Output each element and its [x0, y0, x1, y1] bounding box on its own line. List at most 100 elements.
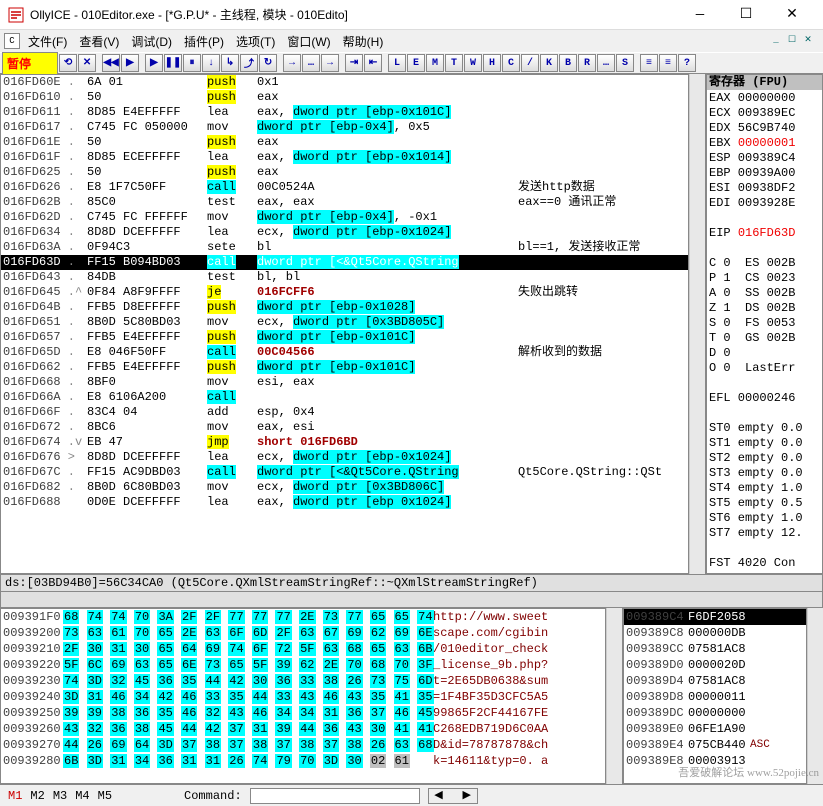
child-max[interactable]: ☐ — [785, 34, 799, 48]
stack-row[interactable]: 009389DC00000000 — [624, 705, 806, 721]
menu-窗口(W)[interactable]: 窗口(W) — [281, 33, 336, 51]
reg-eip[interactable]: EIP 016FD63D — [709, 226, 820, 241]
reg-row[interactable]: EDI 0093928E — [709, 196, 820, 211]
disasm-row[interactable]: 016FD676> 8D8D DCEFFFFFleaecx, dword ptr… — [1, 450, 688, 465]
disasm-scrollbar[interactable] — [689, 74, 705, 574]
toolbar-btn[interactable]: ⤴ — [240, 54, 258, 72]
menu-选项(T)[interactable]: 选项(T) — [230, 33, 281, 51]
hex-row[interactable]: 009391F068 74 74 70 3A 2F 2F 77 77 77 2E… — [1, 609, 605, 625]
toolbar-btn[interactable]: W — [464, 54, 482, 72]
stack-row[interactable]: 009389C4F6DF2058 — [624, 609, 806, 625]
maximize-button[interactable]: ☐ — [723, 0, 769, 30]
flag-row[interactable]: A 0 SS 002B — [709, 286, 820, 301]
disasm-row[interactable]: 016FD626. E8 1F7C50FFcall00C0524A发送http数… — [1, 180, 688, 195]
toolbar-btn[interactable]: → — [321, 54, 339, 72]
reg-row[interactable]: ECX 009389EC — [709, 106, 820, 121]
toolbar-btn[interactable]: … — [302, 54, 320, 72]
close-button[interactable]: ✕ — [769, 0, 815, 30]
menu-调试(D)[interactable]: 调试(D) — [125, 33, 178, 51]
hex-row[interactable]: 0093923074 3D 32 45 36 35 44 42 30 36 33… — [1, 673, 605, 689]
disasm-row[interactable]: 016FD66F. 83C4 04addesp, 0x4 — [1, 405, 688, 420]
hex-row[interactable]: 0093925039 39 38 36 35 46 32 43 46 34 34… — [1, 705, 605, 721]
toolbar-btn[interactable]: E — [407, 54, 425, 72]
disasm-row[interactable]: 016FD645.^0F84 A8F9FFFFje016FCFF6失败出跳转 — [1, 285, 688, 300]
mdi-icon[interactable]: C — [4, 33, 20, 49]
disasm-row[interactable]: 016FD65D. E8 046F50FFcall00C04566解析收到的数据 — [1, 345, 688, 360]
toolbar-btn[interactable]: ↓ — [202, 54, 220, 72]
reg-fst[interactable]: FST 4020 Con — [709, 556, 820, 571]
toolbar-btn[interactable]: L — [388, 54, 406, 72]
toolbar-btn[interactable]: → — [283, 54, 301, 72]
stack-row[interactable]: 009389C8000000DB — [624, 625, 806, 641]
reg-row[interactable]: EBP 00939A00 — [709, 166, 820, 181]
st-row[interactable]: ST0 empty 0.0 — [709, 421, 820, 436]
disasm-row[interactable]: 016FD674.vEB 47jmpshort 016FD6BD — [1, 435, 688, 450]
st-row[interactable]: ST7 empty 12. — [709, 526, 820, 541]
toolbar-btn[interactable]: ◀◀ — [102, 54, 120, 72]
mem-tab[interactable]: M3 — [49, 788, 71, 804]
hex-row[interactable]: 0093926043 32 36 38 45 44 42 37 31 39 44… — [1, 721, 605, 737]
flag-row[interactable]: D 0 — [709, 346, 820, 361]
flag-row[interactable]: T 0 GS 002B — [709, 331, 820, 346]
minimize-button[interactable]: — — [677, 0, 723, 30]
toolbar-btn[interactable]: ≡ — [640, 54, 658, 72]
toolbar-btn[interactable]: T — [445, 54, 463, 72]
pager[interactable]: ◀ ▶ — [428, 788, 478, 804]
disasm-row[interactable]: 016FD611. 8D85 E4EFFFFFleaeax, dword ptr… — [1, 105, 688, 120]
st-row[interactable]: ST6 empty 1.0 — [709, 511, 820, 526]
menu-查看(V)[interactable]: 查看(V) — [73, 33, 125, 51]
menu-帮助(H)[interactable]: 帮助(H) — [337, 33, 390, 51]
toolbar-btn[interactable]: / — [521, 54, 539, 72]
st-row[interactable]: ST5 empty 0.5 — [709, 496, 820, 511]
menu-插件(P)[interactable]: 插件(P) — [178, 33, 230, 51]
toolbar-btn[interactable]: S — [616, 54, 634, 72]
toolbar-btn[interactable]: B — [559, 54, 577, 72]
disasm-row[interactable]: 016FD625. 50pusheax — [1, 165, 688, 180]
stack-pane[interactable]: 009389C4F6DF2058009389C8000000DB009389CC… — [622, 608, 807, 784]
disasm-row[interactable]: 016FD61E. 50pusheax — [1, 135, 688, 150]
toolbar-btn[interactable]: … — [597, 54, 615, 72]
flag-row[interactable]: S 0 FS 0053 — [709, 316, 820, 331]
toolbar-btn[interactable]: ⟲ — [59, 54, 77, 72]
reg-row[interactable]: EBX 00000001 — [709, 136, 820, 151]
toolbar-btn[interactable]: K — [540, 54, 558, 72]
toolbar-btn[interactable]: ⇤ — [364, 54, 382, 72]
toolbar-btn[interactable]: ↳ — [221, 54, 239, 72]
stack-scrollbar[interactable] — [807, 608, 823, 784]
reg-efl[interactable]: EFL 00000246 — [709, 391, 820, 406]
disassembly-pane[interactable]: 016FD60E. 6A 01push0x1016FD610. 50pushea… — [0, 74, 689, 574]
st-row[interactable]: ST3 empty 0.0 — [709, 466, 820, 481]
hex-dump-pane[interactable]: 009391F068 74 74 70 3A 2F 2F 77 77 77 2E… — [0, 608, 606, 784]
toolbar-btn[interactable]: ⏸ — [183, 54, 201, 72]
stack-row[interactable]: 009389E4075CB440ASC — [624, 737, 806, 753]
disasm-row[interactable]: 016FD62B. 85C0testeax, eaxeax==0 通讯正常 — [1, 195, 688, 210]
toolbar-btn[interactable]: H — [483, 54, 501, 72]
reg-row[interactable]: EAX 00000000 — [709, 91, 820, 106]
disasm-row[interactable]: 016FD682. 8B0D 6C80BD03movecx, dword ptr… — [1, 480, 688, 495]
toolbar-btn[interactable]: ▶ — [145, 54, 163, 72]
disasm-row[interactable]: 016FD688 0D0E DCEFFFFFleaeax, dword ptr … — [1, 495, 688, 510]
toolbar-btn[interactable]: C — [502, 54, 520, 72]
disasm-row[interactable]: 016FD672. 8BC6moveax, esi — [1, 420, 688, 435]
mem-tab[interactable]: M4 — [71, 788, 93, 804]
disasm-row[interactable]: 016FD657. FFB5 E4EFFFFFpushdword ptr [eb… — [1, 330, 688, 345]
stack-row[interactable]: 009389D00000020D — [624, 657, 806, 673]
disasm-row[interactable]: 016FD61F. 8D85 ECEFFFFFleaeax, dword ptr… — [1, 150, 688, 165]
hex-row[interactable]: 0093927044 26 69 64 3D 37 38 37 38 37 38… — [1, 737, 605, 753]
hex-row[interactable]: 0093920073 63 61 70 65 2E 63 6F 6D 2F 63… — [1, 625, 605, 641]
toolbar-btn[interactable]: ✕ — [78, 54, 96, 72]
stack-row[interactable]: 009389E006FE1A90 — [624, 721, 806, 737]
toolbar-btn[interactable]: ≡ — [659, 54, 677, 72]
child-close[interactable]: ✕ — [801, 34, 815, 48]
st-row[interactable]: ST2 empty 0.0 — [709, 451, 820, 466]
toolbar-btn[interactable]: R — [578, 54, 596, 72]
flag-row[interactable]: P 1 CS 0023 — [709, 271, 820, 286]
toolbar-btn[interactable]: ▶ — [121, 54, 139, 72]
disasm-row[interactable]: 016FD66A. E8 6106A200call — [1, 390, 688, 405]
disasm-row[interactable]: 016FD63D. FF15 B094BD03calldword ptr [<&… — [1, 255, 688, 270]
disasm-row[interactable]: 016FD617. C745 FC 050000movdword ptr [eb… — [1, 120, 688, 135]
disasm-row[interactable]: 016FD67C. FF15 AC9DBD03calldword ptr [<&… — [1, 465, 688, 480]
toolbar-btn[interactable]: ↻ — [259, 54, 277, 72]
reg-row[interactable]: ESP 009389C4 — [709, 151, 820, 166]
toolbar-btn[interactable]: ❚❚ — [164, 54, 182, 72]
